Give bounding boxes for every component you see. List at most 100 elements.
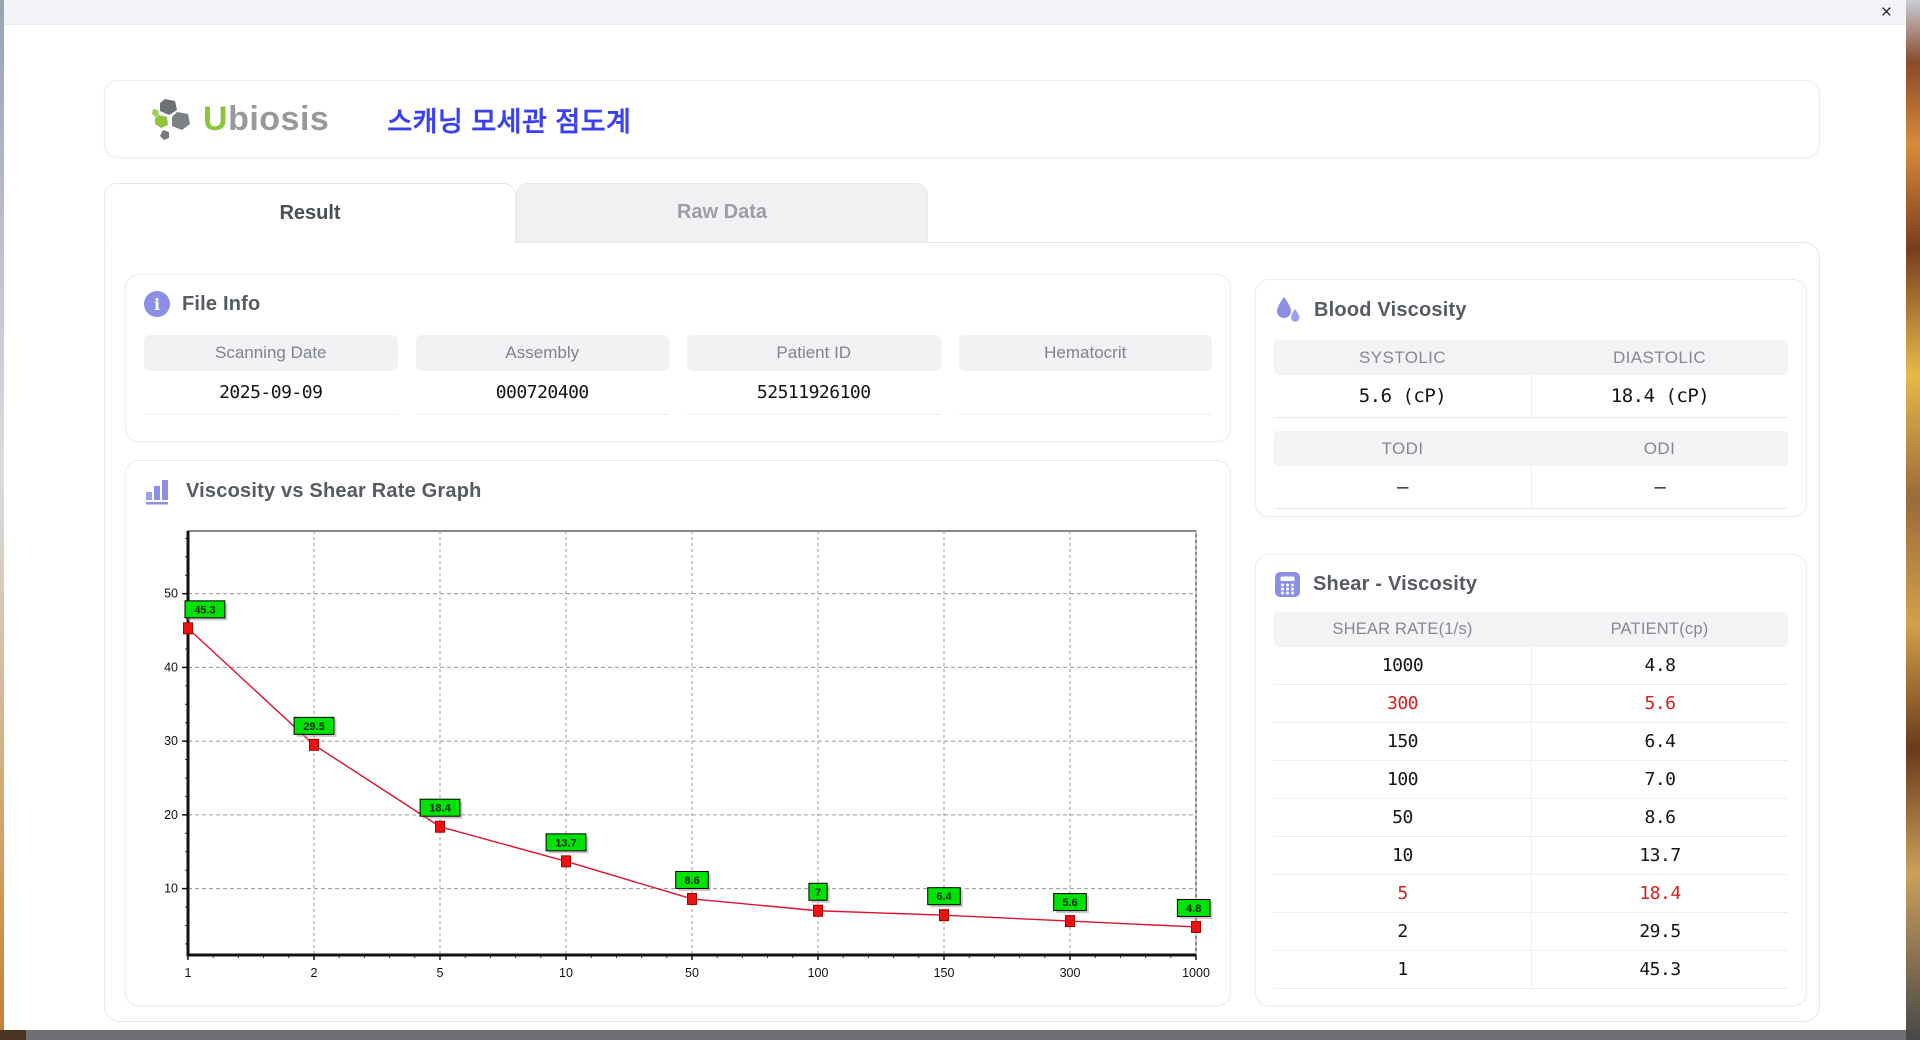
x-axis-label: 1 [185, 966, 192, 980]
shear-rate-cell: 100 [1274, 761, 1531, 798]
field-label-scanning-date: Scanning Date [144, 335, 398, 371]
y-axis-label: 50 [164, 587, 178, 601]
title-bar: × [4, 0, 1906, 25]
data-label-text: 5.6 [1062, 897, 1077, 909]
data-point-marker [940, 910, 949, 921]
desktop-edge-right [1906, 0, 1920, 1040]
shear-viscosity-title: Shear - Viscosity [1313, 573, 1477, 596]
table-row: 229.5 [1274, 913, 1788, 951]
ubiosis-logo: Ubiosis [151, 97, 329, 141]
blood-viscosity-card: Blood Viscosity SYSTOLIC DIASTOLIC 5.6 (… [1255, 279, 1807, 517]
patient-cell: 29.5 [1531, 913, 1788, 950]
patient-cell: 4.8 [1531, 647, 1788, 684]
data-point-marker [184, 623, 193, 634]
chart-container: 10203040501251050100150300100045.329.518… [126, 515, 1230, 1000]
x-axis-label: 5 [437, 966, 444, 980]
field-value-assembly: 000720400 [416, 371, 670, 415]
graph-title: Viscosity vs Shear Rate Graph [186, 480, 482, 503]
shear-rate-cell: 5 [1274, 875, 1531, 912]
shear-rate-cell: 50 [1274, 799, 1531, 836]
x-axis-label: 150 [934, 966, 955, 980]
field-value-hematocrit [959, 371, 1213, 415]
tab-raw-data[interactable]: Raw Data [516, 183, 928, 242]
shear-rate-cell: 10 [1274, 837, 1531, 874]
shear-rate-cell: 300 [1274, 685, 1531, 722]
field-label-assembly: Assembly [416, 335, 670, 371]
y-axis-label: 20 [164, 808, 178, 822]
close-icon[interactable]: × [1881, 1, 1892, 24]
file-info-card: i File Info Scanning Date 2025-09-09 Ass… [125, 274, 1231, 442]
desktop-edge-bottom [0, 1030, 1906, 1040]
app-title-korean: 스캐닝 모세관 점도계 [387, 100, 631, 139]
header-card: Ubiosis 스캐닝 모세관 점도계 [104, 80, 1820, 158]
data-label-text: 7 [815, 887, 821, 899]
x-axis-label: 10 [559, 966, 573, 980]
table-row: 10004.8 [1274, 647, 1788, 685]
graph-card: Viscosity vs Shear Rate Graph 10 20 30 40 50… [125, 460, 1231, 1006]
field-value-scanning-date: 2025-09-09 [144, 371, 398, 415]
blood-drops-icon [1274, 296, 1302, 324]
data-label-text: 6.4 [936, 891, 952, 903]
odi-label: ODI [1531, 431, 1788, 466]
patient-column-header: PATIENT(cp) [1531, 612, 1788, 647]
field-value-patient-id: 52511926100 [687, 371, 941, 415]
x-axis-label: 300 [1060, 966, 1081, 980]
table-row: 145.3 [1274, 951, 1788, 989]
patient-cell: 5.6 [1531, 685, 1788, 722]
shear-viscosity-card: Shear - Viscosity SHEAR RATE(1/s) PATIEN… [1255, 554, 1807, 1006]
table-row: 1013.7 [1274, 837, 1788, 875]
blood-viscosity-title: Blood Viscosity [1314, 299, 1467, 322]
patient-cell: 6.4 [1531, 723, 1788, 760]
patient-cell: 7.0 [1531, 761, 1788, 798]
data-point-marker [814, 905, 823, 916]
window-content: Ubiosis 스캐닝 모세관 점도계 Result Raw Data i Fi… [4, 26, 1906, 1030]
logo-letters-biosis: biosis [228, 100, 329, 138]
field-label-patient-id: Patient ID [687, 335, 941, 371]
patient-cell: 13.7 [1531, 837, 1788, 874]
y-axis-label: 10 [164, 882, 178, 896]
shear-rate-cell: 150 [1274, 723, 1531, 760]
systolic-value: 5.6 (cP) [1274, 375, 1531, 417]
todi-label: TODI [1274, 431, 1531, 466]
calculator-icon [1274, 571, 1301, 598]
patient-cell: 18.4 [1531, 875, 1788, 912]
patient-cell: 8.6 [1531, 799, 1788, 836]
todi-value: – [1274, 466, 1531, 508]
info-icon: i [144, 291, 170, 317]
x-axis-label: 100 [808, 966, 829, 980]
table-row: 518.4 [1274, 875, 1788, 913]
file-info-grid: Scanning Date 2025-09-09 Assembly 000720… [126, 327, 1230, 415]
data-point-marker [562, 856, 571, 867]
data-label-text: 18.4 [429, 803, 451, 815]
shear-table-body: 10004.83005.61506.41007.0508.61013.7518.… [1274, 647, 1788, 989]
data-point-marker [1192, 921, 1201, 932]
data-label-text: 45.3 [194, 604, 215, 616]
y-axis-label: 30 [164, 734, 178, 748]
data-point-marker [1066, 916, 1075, 927]
table-row: 508.6 [1274, 799, 1788, 837]
diastolic-label: DIASTOLIC [1531, 340, 1788, 375]
table-row: 3005.6 [1274, 685, 1788, 723]
x-axis-label: 50 [685, 966, 699, 980]
patient-cell: 45.3 [1531, 951, 1788, 988]
shear-rate-cell: 1000 [1274, 647, 1531, 684]
data-point-marker [436, 821, 445, 832]
data-label-text: 13.7 [555, 837, 576, 849]
data-label-text: 29.5 [303, 721, 324, 733]
shear-table: SHEAR RATE(1/s) PATIENT(cp) 10004.83005.… [1274, 612, 1788, 989]
bar-chart-icon [144, 477, 174, 505]
data-label-text: 4.8 [1186, 903, 1201, 915]
logo-letter-u: U [203, 100, 228, 138]
shear-rate-cell: 1 [1274, 951, 1531, 988]
viscosity-chart: 10203040501251050100150300100045.329.518… [148, 519, 1204, 995]
diastolic-value: 18.4 (cP) [1531, 375, 1788, 417]
logo-text: Ubiosis [203, 100, 329, 139]
app-window: × Ubiosis 스캐닝 모세관 점도계 Result Raw Data [4, 0, 1906, 1030]
table-row: 1007.0 [1274, 761, 1788, 799]
tab-result[interactable]: Result [104, 183, 516, 243]
y-axis-label: 40 [164, 660, 178, 674]
x-axis-label: 1000 [1182, 966, 1210, 980]
result-tab-panel: i File Info Scanning Date 2025-09-09 Ass… [104, 242, 1820, 1022]
file-info-title: File Info [182, 293, 260, 316]
data-label-text: 8.6 [684, 875, 699, 887]
